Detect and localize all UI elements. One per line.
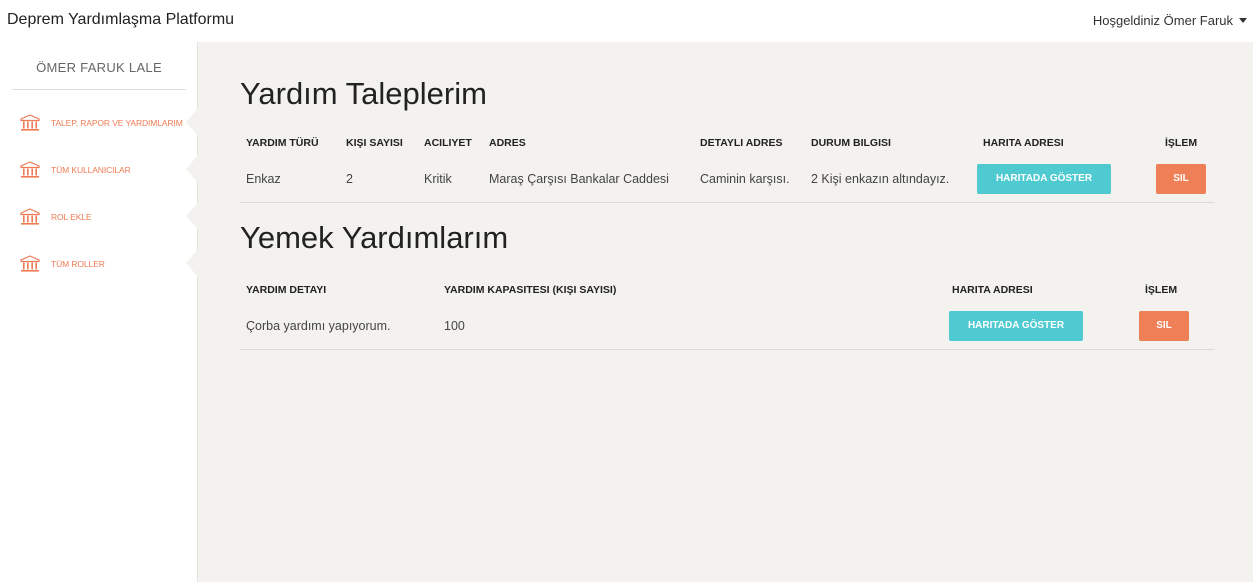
sidebar-item-add-role[interactable]: ROL EKLE <box>0 201 199 255</box>
column-header: KIŞI SAYISI <box>346 137 403 149</box>
sidebar-item-label: TÜM KULLANICILAR <box>51 165 131 175</box>
cell-action: SIL <box>1143 156 1214 203</box>
show-on-map-button[interactable]: HARITADA GÖSTER <box>977 163 1111 194</box>
cell-help-type: Enkaz <box>240 156 340 203</box>
cell-status: 2 Kişi enkazın altındayız. <box>805 156 971 203</box>
caret-down-icon <box>1239 18 1247 23</box>
cell-detail-address: Caminin karşısı. <box>694 156 805 203</box>
sidebar-item-label: ROL EKLE <box>51 212 92 222</box>
bank-icon <box>20 255 40 272</box>
cell-address: Maraş Çarşısı Bankalar Caddesi <box>483 156 694 203</box>
cell-help-detail: Çorba yardımı yapıyorum. <box>240 303 438 350</box>
column-header: YARDIM DETAYI <box>246 284 327 296</box>
column-header: İŞLEM <box>1145 284 1178 296</box>
table-header-row: YARDIM DETAYI YARDIM KAPASITESI (KIŞI SA… <box>240 277 1214 303</box>
sidebar-item-requests[interactable]: TALEP, RAPOR VE YARDIMLARIM <box>0 107 199 161</box>
bank-icon <box>20 161 40 178</box>
column-header: HARITA ADRESI <box>983 137 1064 149</box>
column-header: DETAYLI ADRES <box>700 137 783 149</box>
top-navbar: Deprem Yardımlaşma Platformu Hoşgeldiniz… <box>0 0 1253 42</box>
column-header: İŞLEM <box>1165 137 1198 149</box>
column-header: HARITA ADRESI <box>952 284 1033 296</box>
sidebar-item-all-users[interactable]: TÜM KULLANICILAR <box>0 154 199 208</box>
welcome-text: Hoşgeldiniz Ömer Faruk <box>1092 13 1233 28</box>
column-header: ACILIYET <box>424 137 472 149</box>
delete-button[interactable]: SIL <box>1156 163 1206 194</box>
requests-section-title: Yardım Taleplerim <box>240 76 487 111</box>
sidebar-item-all-roles[interactable]: TÜM ROLLER <box>0 248 199 302</box>
column-header: YARDIM KAPASITESI (KIŞI SAYISI) <box>444 284 617 296</box>
column-header: YARDIM TÜRÜ <box>246 137 319 149</box>
show-on-map-button[interactable]: HARITADA GÖSTER <box>949 310 1083 341</box>
column-header: DURUM BILGISI <box>811 137 891 149</box>
main-content: Yardım Taleplerim YARDIM TÜRÜ KIŞI SAYIS… <box>198 42 1253 582</box>
requests-table: YARDIM TÜRÜ KIŞI SAYISI ACILIYET ADRES D… <box>240 130 1214 203</box>
cell-action: SIL <box>1133 303 1214 350</box>
column-header: ADRES <box>489 137 526 149</box>
food-section-title: Yemek Yardımlarım <box>240 220 509 255</box>
table-row: Enkaz 2 Kritik Maraş Çarşısı Bankalar Ca… <box>240 156 1214 203</box>
cell-urgency: Kritik <box>418 156 483 203</box>
cell-map: HARITADA GÖSTER <box>971 156 1143 203</box>
cell-map: HARITADA GÖSTER <box>943 303 1133 350</box>
sidebar-nav: TALEP, RAPOR VE YARDIMLARIM TÜM KULLANIC… <box>0 107 199 302</box>
cell-person-count: 2 <box>340 156 418 203</box>
cell-capacity: 100 <box>438 303 943 350</box>
food-table: YARDIM DETAYI YARDIM KAPASITESI (KIŞI SA… <box>240 277 1214 350</box>
bank-icon <box>20 208 40 225</box>
brand-title[interactable]: Deprem Yardımlaşma Platformu <box>7 11 234 29</box>
sidebar-item-label: TÜM ROLLER <box>51 259 105 269</box>
user-menu-dropdown[interactable]: Hoşgeldiniz Ömer Faruk <box>1093 13 1247 28</box>
sidebar: ÖMER FARUK LALE TALEP, RAPOR VE YARDIMLA… <box>0 42 199 582</box>
table-row: Çorba yardımı yapıyorum. 100 HARITADA GÖ… <box>240 303 1214 350</box>
delete-button[interactable]: SIL <box>1139 310 1189 341</box>
sidebar-item-label: TALEP, RAPOR VE YARDIMLARIM <box>51 118 183 128</box>
bank-icon <box>20 114 40 131</box>
table-header-row: YARDIM TÜRÜ KIŞI SAYISI ACILIYET ADRES D… <box>240 130 1214 156</box>
sidebar-divider <box>12 89 186 90</box>
sidebar-user-name: ÖMER FARUK LALE <box>36 60 162 75</box>
